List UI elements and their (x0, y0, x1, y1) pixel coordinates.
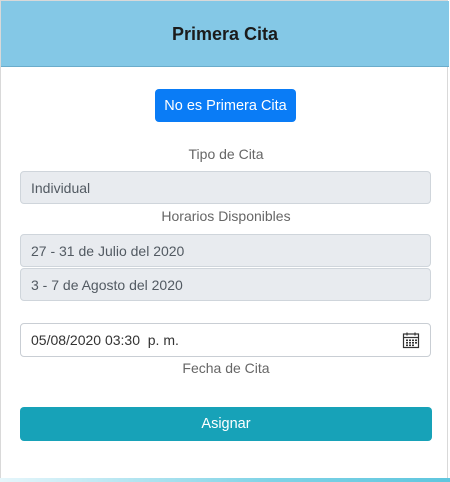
appointment-datetime-value: 05/08/2020 03:30 p. m. (31, 332, 179, 348)
available-schedules-label: Horarios Disponibles (161, 208, 291, 224)
bottom-accent-bar (0, 478, 450, 482)
schedule-option-1[interactable]: 27 - 31 de Julio del 2020 (20, 234, 431, 267)
page-title: Primera Cita (171, 24, 279, 44)
appointment-datetime-input[interactable]: 05/08/2020 03:30 p. m. (20, 323, 431, 357)
not-first-appointment-button[interactable]: No es Primera Cita (155, 89, 296, 122)
appointment-date-label: Fecha de Cita (182, 360, 270, 376)
card-header: Primera Cita (1, 1, 449, 67)
calendar-icon[interactable] (402, 331, 420, 349)
schedule-option-2[interactable]: 3 - 7 de Agosto del 2020 (20, 268, 431, 301)
assign-button[interactable]: Asignar (20, 407, 432, 441)
appointment-card: Primera Cita No es Primera Cita Tipo de … (0, 0, 449, 478)
appointment-type-label: Tipo de Cita (188, 146, 264, 162)
appointment-type-field: Individual (20, 171, 431, 204)
